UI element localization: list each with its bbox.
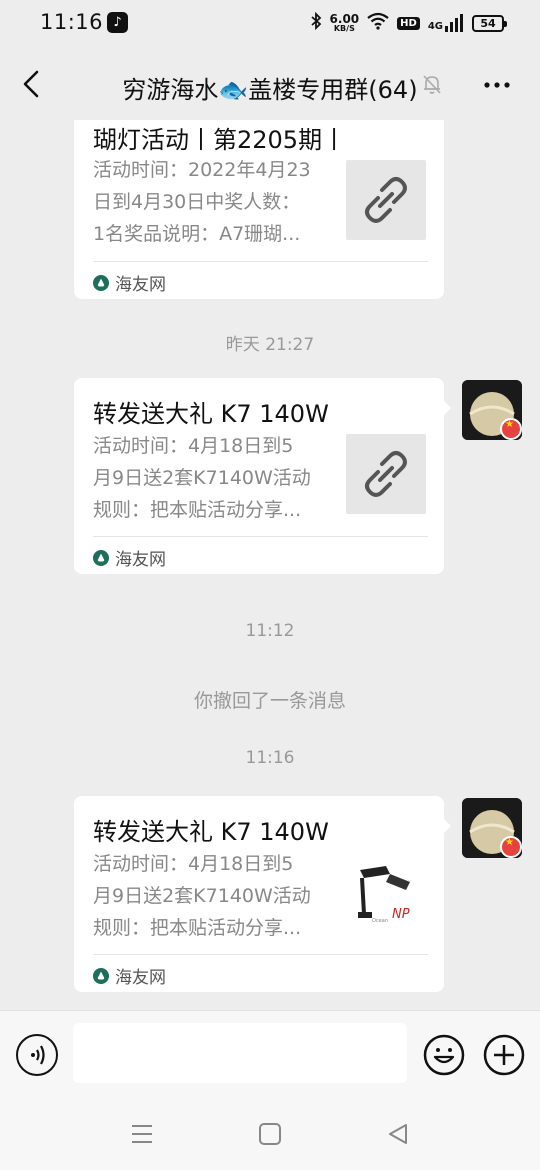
message-timestamp: 昨天 21:27: [225, 335, 315, 355]
bubble-tail: [443, 400, 451, 416]
wifi-icon: [367, 12, 389, 34]
avatar[interactable]: [462, 380, 522, 440]
desc-line: 活动时间：2022年4月23: [93, 159, 311, 181]
desc-line: 规则：把本贴活动分享...: [93, 499, 302, 521]
message-timestamp: 11:16: [245, 748, 295, 768]
link-card-message[interactable]: 转发送大礼 K7 140W 活动时间：4月18日到5 月9日送2套K7140W活…: [74, 378, 451, 574]
system-message: 你撤回了一条消息: [193, 690, 346, 712]
battery-icon: 54: [472, 14, 507, 32]
source-logo-icon: [93, 967, 109, 984]
bluetooth-icon: [310, 11, 322, 35]
link-icon: [346, 434, 426, 514]
lamp-product-image: NP Ocean: [346, 852, 426, 932]
svg-text:Ocean: Ocean: [372, 918, 388, 924]
desc-line: 活动时间：4月18日到5: [93, 435, 294, 457]
chat-title: 穷游海水🐟盖楼专用群(64): [122, 76, 418, 104]
speed-unit: KB/S: [333, 24, 355, 33]
link-card-source: 海友网: [93, 963, 166, 988]
status-bar: 11:16 ♪ 6.00 KB/S HD 4G 54: [0, 0, 540, 48]
desc-line: 月9日送2套K7140W活动: [93, 885, 311, 907]
source-name: 海友网: [115, 275, 166, 295]
link-card-message[interactable]: 转发送大礼 K7 140W 活动时间：4月18日到5 月9日送2套K7140W活…: [74, 796, 451, 992]
desc-line: 日到4月30日中奖人数：: [93, 191, 301, 213]
source-name: 海友网: [115, 550, 166, 570]
card-divider: [93, 954, 428, 955]
card-divider: [93, 261, 428, 262]
tiktok-icon: ♪: [107, 12, 128, 33]
plus-icon[interactable]: [483, 1034, 525, 1076]
link-icon: [346, 160, 426, 240]
link-card-title: 瑚灯活动丨第2205期丨: [93, 126, 347, 154]
message-list[interactable]: 瑚灯活动丨第2205期丨 活动时间：2022年4月23 日到4月30日中奖人数：…: [0, 120, 540, 1010]
link-card-description: 活动时间：4月18日到5 月9日送2套K7140W活动 规则：把本贴活动分享..…: [93, 848, 333, 944]
link-card-title: 转发送大礼 K7 140W: [93, 818, 329, 846]
source-name: 海友网: [115, 968, 166, 988]
desc-line: 月9日送2套K7140W活动: [93, 467, 311, 489]
message-timestamp: 11:12: [245, 621, 295, 641]
more-icon[interactable]: [482, 70, 512, 100]
link-card-title: 转发送大礼 K7 140W: [93, 400, 329, 428]
source-logo-icon: [93, 549, 109, 566]
hd-badge: HD: [397, 16, 420, 30]
flag-badge-icon: [500, 418, 522, 440]
link-card-message[interactable]: 瑚灯活动丨第2205期丨 活动时间：2022年4月23 日到4月30日中奖人数：…: [74, 120, 444, 299]
input-bar: [0, 1010, 540, 1096]
system-nav-bar: [0, 1096, 540, 1170]
card-divider: [93, 536, 428, 537]
menu-icon[interactable]: [128, 1120, 156, 1148]
network-type: 4G: [427, 21, 443, 32]
status-icons: 6.00 KB/S HD 4G 54: [310, 8, 507, 38]
link-card-source: 海友网: [93, 270, 166, 295]
emoji-icon[interactable]: [423, 1034, 465, 1076]
desc-line: 规则：把本贴活动分享...: [93, 917, 302, 939]
source-logo-icon: [93, 274, 109, 291]
avatar[interactable]: [462, 798, 522, 858]
message-input[interactable]: [73, 1023, 407, 1083]
svg-text:NP: NP: [392, 907, 410, 922]
network-speed: 6.00 KB/S: [330, 13, 360, 33]
voice-icon[interactable]: [16, 1034, 58, 1076]
desc-line: 活动时间：4月18日到5: [93, 853, 294, 875]
link-card-source: 海友网: [93, 545, 166, 570]
flag-badge-icon: [500, 836, 522, 858]
chat-header: 穷游海水🐟盖楼专用群(64): [0, 48, 540, 120]
link-card-description: 活动时间：2022年4月23 日到4月30日中奖人数： 1名奖品说明：A7珊瑚.…: [93, 154, 333, 250]
mute-bell-icon: [420, 72, 444, 96]
signal-icon: 4G: [428, 14, 464, 32]
link-card-description: 活动时间：4月18日到5 月9日送2套K7140W活动 规则：把本贴活动分享..…: [93, 430, 333, 526]
bubble-tail: [443, 818, 451, 834]
desc-line: 1名奖品说明：A7珊瑚...: [93, 223, 301, 245]
status-time: 11:16: [40, 10, 104, 34]
home-icon[interactable]: [256, 1120, 284, 1148]
back-icon[interactable]: [384, 1120, 412, 1148]
